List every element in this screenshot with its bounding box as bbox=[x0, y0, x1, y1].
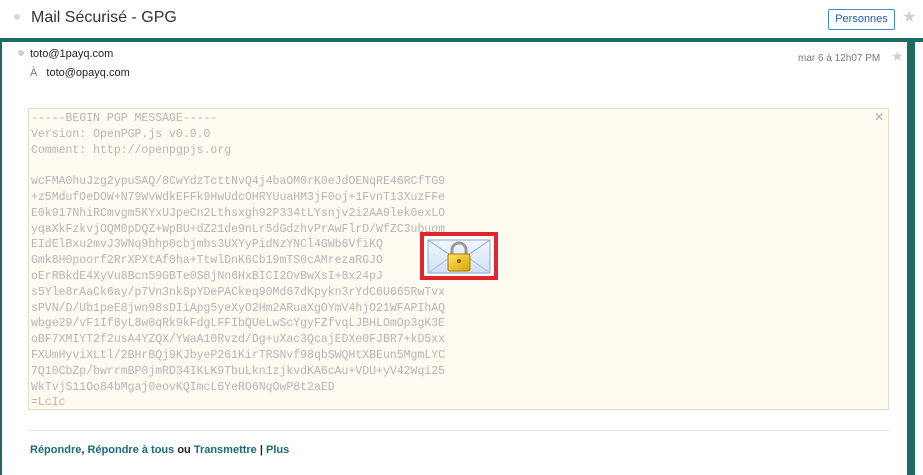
page-title: Mail Sécurisé - GPG bbox=[31, 9, 177, 26]
close-icon[interactable]: ✕ bbox=[874, 110, 884, 124]
people-button[interactable]: Personnes bbox=[828, 9, 895, 30]
star-icon[interactable]: ★ bbox=[902, 7, 916, 27]
more-link[interactable]: Plus bbox=[266, 444, 289, 456]
reply-link[interactable]: Répondre bbox=[30, 444, 81, 456]
message-date: mar 6 à 12h07 PM bbox=[798, 53, 881, 64]
recipient-row: À toto@opayq.com bbox=[30, 67, 130, 79]
recipient-address: toto@opayq.com bbox=[46, 67, 130, 79]
message-actions: Répondre, Répondre à tous ou Transmettre… bbox=[30, 444, 289, 456]
separator-bar: | bbox=[256, 444, 267, 456]
divider bbox=[28, 430, 889, 431]
reply-all-link[interactable]: Répondre à tous bbox=[87, 444, 174, 456]
status-dot bbox=[14, 14, 20, 20]
envelope-lock-icon bbox=[427, 239, 491, 274]
top-bar: Mail Sécurisé - GPG Personnes ★ bbox=[0, 0, 923, 42]
message-star-icon[interactable]: ★ bbox=[891, 48, 904, 65]
sender-dot bbox=[18, 50, 24, 56]
sender-address: toto@1payq.com bbox=[30, 48, 114, 60]
separator-or: ou bbox=[174, 444, 194, 456]
decrypt-lock-button[interactable] bbox=[420, 232, 498, 280]
pgp-message-text: -----BEGIN PGP MESSAGE----- Version: Ope… bbox=[31, 112, 446, 410]
forward-link[interactable]: Transmettre bbox=[194, 444, 257, 456]
to-label: À bbox=[30, 67, 38, 79]
